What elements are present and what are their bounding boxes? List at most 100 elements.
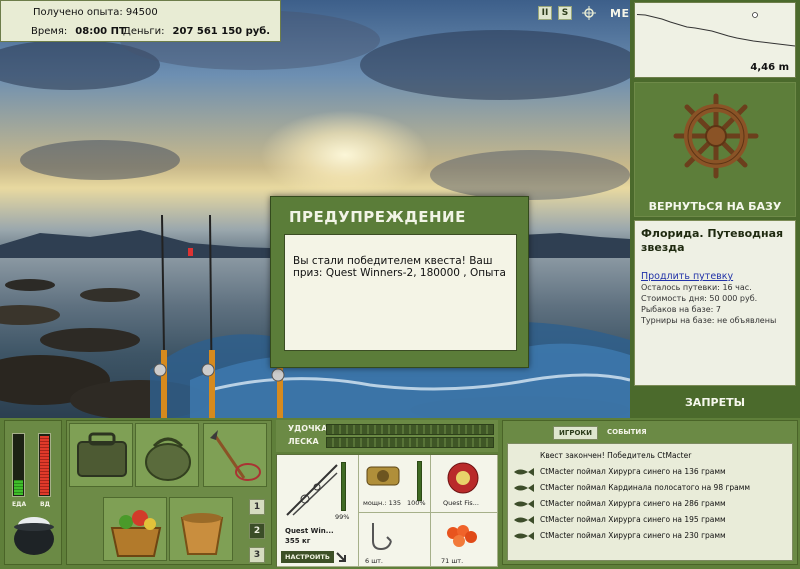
warning-title: ПРЕДУПРЕЖДЕНИЕ: [289, 208, 466, 226]
reel-cell[interactable]: мощн.: 135 100%: [359, 455, 431, 513]
tackle-status: УДОЧКА ЛЕСКА: [276, 420, 498, 452]
reel-icon: [366, 466, 400, 486]
cloud: [20, 140, 180, 180]
inventory-slot[interactable]: [103, 497, 167, 561]
money-value: 207 561 150 руб.: [172, 26, 271, 37]
money-label: Деньги:: [123, 26, 165, 37]
time-value: 08:00 ПТ: [75, 26, 126, 37]
hook-icon: [372, 523, 392, 551]
experience-row: Получено опыта: 94500: [33, 7, 158, 18]
fish-icon: [514, 516, 534, 524]
fish-icon: [514, 484, 534, 492]
bucket-icon: [180, 513, 224, 555]
cloud: [360, 30, 630, 100]
event-text: CtMacter поймал Хирурга синего на 230 гр…: [540, 531, 726, 540]
warning-dialog: ПРЕДУПРЕЖДЕНИЕ Вы стали победителем квес…: [270, 196, 529, 368]
rod-name: Quest Win...: [285, 527, 334, 535]
pause-button[interactable]: II: [538, 6, 552, 20]
sleep-label: ВД: [40, 501, 50, 508]
float-marker: [752, 12, 758, 18]
tournaments-info: Турниры на базе: не объявлены: [641, 316, 777, 325]
inventory-panel: 1 2 3: [66, 420, 272, 565]
bait-bag-icon: [145, 437, 191, 481]
cloud: [430, 150, 630, 200]
return-to-base-button[interactable]: ВЕРНУТЬСЯ НА БАЗУ: [634, 200, 796, 213]
tackle-panel: 99% Quest Win... 355 кг НАСТРОИТЬ мощн.:…: [276, 454, 498, 567]
food-meter: [12, 433, 25, 497]
experience-label: Получено опыта:: [33, 7, 123, 18]
rod-percent: 99%: [335, 513, 350, 521]
tackle-box-icon: [77, 432, 127, 477]
food-basket-icon: [110, 510, 162, 557]
permit-remaining: Осталось путевки: 16 час.: [641, 283, 752, 292]
line-label: ЛЕСКА: [288, 437, 319, 446]
time-label: Время:: [31, 26, 68, 37]
rod-tension-bar: [326, 424, 494, 435]
base-wheel-panel[interactable]: [634, 82, 796, 217]
line-tension-bar: [326, 437, 494, 448]
inventory-slot[interactable]: [135, 423, 199, 487]
fish-icon: [514, 500, 534, 508]
event-text: CtMacter поймал Хирурга синего на 136 гр…: [540, 467, 726, 476]
event-text: CtMacter поймал Хирурга синего на 286 гр…: [540, 499, 726, 508]
rod-cell[interactable]: 99% Quest Win... 355 кг НАСТРОИТЬ: [277, 455, 359, 567]
hook-count: 6 шт.: [365, 557, 384, 565]
inventory-slot[interactable]: [203, 423, 267, 487]
tab-events[interactable]: СОБЫТИЯ: [602, 426, 652, 440]
events-tabs: ИГРОКИ СОБЫТИЯ: [553, 426, 652, 440]
bans-button[interactable]: ЗАПРЕТЫ: [634, 396, 796, 409]
base-info-box: Флорида. Путеводная звезда Продлить путе…: [634, 220, 796, 386]
arrow-icon: [336, 552, 346, 562]
status-meters: ЕДА ВД: [4, 420, 62, 565]
rod-icon: [286, 464, 338, 516]
depth-value: 4,46 m: [750, 62, 789, 73]
ship-wheel-icon: [582, 6, 596, 20]
inventory-slot[interactable]: [69, 423, 133, 487]
event-row: CtMacter поймал Хирурга синего на 195 гр…: [508, 512, 792, 528]
event-text: CtMacter поймал Хирурга синего на 195 гр…: [540, 515, 726, 524]
sound-button[interactable]: S: [558, 6, 572, 20]
rod-weight: 355 кг: [285, 537, 311, 545]
inventory-page-3-button[interactable]: 3: [249, 547, 265, 563]
line-name: Quest Fis...: [443, 499, 479, 507]
event-row: Квест закончен! Победитель CtMacter: [508, 448, 792, 464]
warning-message: Вы стали победителем квеста! Ваш приз: Q…: [284, 234, 517, 351]
tab-players[interactable]: ИГРОКИ: [553, 426, 598, 440]
fish-icon: [514, 468, 534, 476]
reel-power: мощн.: 135: [363, 499, 401, 507]
fish-icon: [514, 532, 534, 540]
money-row: Деньги: 207 561 150 руб.: [123, 26, 270, 37]
landing-net-icon: [210, 430, 261, 481]
event-text: CtMacter поймал Кардинала полосатого на …: [540, 483, 751, 492]
inventory-page-2-button[interactable]: 2: [249, 523, 265, 539]
events-list: Квест закончен! Победитель CtMacter CtMac…: [507, 443, 793, 561]
player-info-box: Получено опыта: 94500 Время: 08:00 ПТ Ден…: [0, 0, 281, 42]
time-row: Время: 08:00 ПТ: [31, 26, 126, 37]
ship-wheel-icon[interactable]: [673, 93, 759, 179]
hook-cell[interactable]: 6 шт.: [359, 513, 431, 567]
sleep-meter: [38, 433, 51, 497]
rod-label: УДОЧКА: [288, 424, 328, 433]
rod-condition-bar: [341, 461, 346, 511]
game-window: Получено опыта: 94500 Время: 08:00 ПТ Ден…: [0, 0, 800, 569]
bait-cell[interactable]: 71 шт.: [431, 513, 498, 567]
event-row: CtMacter поймал Хирурга синего на 286 гр…: [508, 496, 792, 512]
event-row: CtMacter поймал Хирурга синего на 136 гр…: [508, 464, 792, 480]
cauldron-icon[interactable]: [9, 513, 59, 561]
reel-condition-bar: [417, 461, 422, 501]
bait-icon: [447, 525, 477, 547]
inventory-page-1-button[interactable]: 1: [249, 499, 265, 515]
line-cell[interactable]: Quest Fis...: [431, 455, 498, 513]
day-cost: Стоимость дня: 50 000 руб.: [641, 294, 758, 303]
food-label: ЕДА: [12, 501, 27, 508]
sleep-meter-fill: [40, 436, 49, 495]
extend-permit-link[interactable]: Продлить путевку: [641, 271, 789, 282]
depth-profile: 4,46 m: [634, 2, 796, 78]
depth-profile-line: [636, 14, 796, 47]
inventory-slot[interactable]: [169, 497, 233, 561]
base-title: Флорида. Путеводная звезда: [641, 227, 784, 254]
fishers-count: Рыбаков на базе: 7: [641, 305, 721, 314]
events-panel: ИГРОКИ СОБЫТИЯ Квест закончен! Победител…: [502, 420, 798, 565]
experience-value: 94500: [125, 7, 158, 18]
setup-button[interactable]: НАСТРОИТЬ: [281, 551, 334, 563]
